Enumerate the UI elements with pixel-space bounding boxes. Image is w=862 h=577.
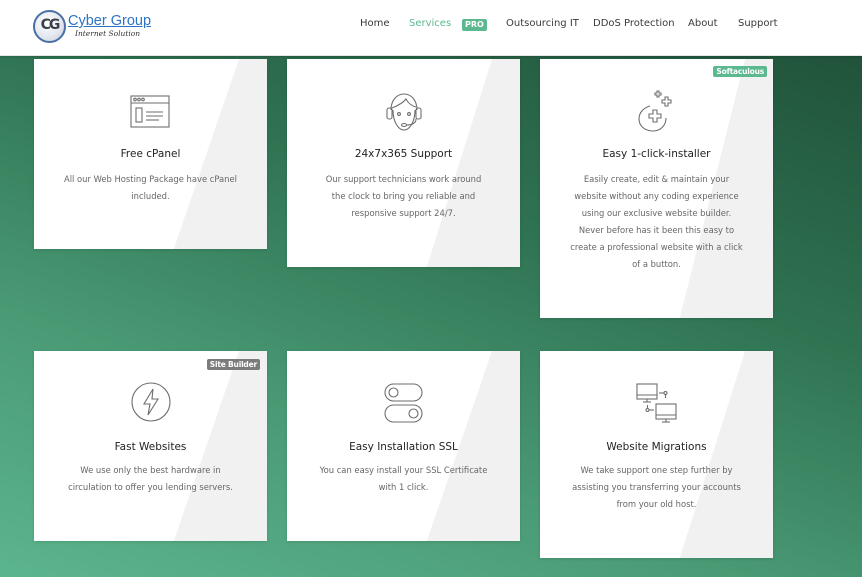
feature-description: Our support technicians work around the … xyxy=(294,171,514,222)
nav-home[interactable]: Home xyxy=(360,18,390,29)
description-line: website without any coding experience xyxy=(574,191,739,201)
feature-card-ssl: Easy Installation SSL You can easy insta… xyxy=(287,351,520,541)
support-agent-icon xyxy=(385,92,423,134)
feature-description: All our Web Hosting Package have cPanel … xyxy=(41,171,261,205)
description-line: All our Web Hosting Package have cPanel xyxy=(64,174,237,184)
feature-title: Easy 1-click-installer xyxy=(602,148,711,160)
site-builder-badge: Site Builder xyxy=(206,359,260,370)
description-line: Never before has it been this easy to xyxy=(578,225,735,235)
description-line: included. xyxy=(131,191,170,201)
description-line: We take support one step further by xyxy=(580,465,733,475)
feature-card-fast-websites: Site Builder Fast Websites We use only t… xyxy=(34,351,267,541)
description-line: using our exclusive website builder. xyxy=(581,208,732,218)
logo[interactable]: CG Cyber Group Internet Solution xyxy=(33,10,151,44)
nav-pro-badge[interactable]: PRO xyxy=(462,19,487,31)
description-line: We use only the best hardware in xyxy=(80,465,221,475)
card-shade xyxy=(426,59,520,267)
description-line: from your old host. xyxy=(616,499,697,509)
logo-mark-text: CG xyxy=(40,17,61,33)
logo-title[interactable]: Cyber Group xyxy=(68,13,151,29)
feature-title: Website Migrations xyxy=(606,441,707,453)
feature-title: Fast Websites xyxy=(114,441,187,453)
feature-title: Easy Installation SSL xyxy=(349,441,458,453)
nav-outsourcing-it[interactable]: Outsourcing IT xyxy=(506,18,579,29)
description-line: the clock to bring you reliable and xyxy=(331,191,476,201)
migration-monitors-icon xyxy=(635,383,678,425)
feature-description: Easily create, edit & maintain your webs… xyxy=(544,171,769,273)
description-line: You can easy install your SSL Certificat… xyxy=(319,465,488,475)
feature-title: Free cPanel xyxy=(120,148,181,160)
description-line: assisting you transferring your accounts xyxy=(572,482,741,492)
feature-card-free-cpanel: Free cPanel All our Web Hosting Package … xyxy=(34,59,267,249)
description-line: Our support technicians work around xyxy=(325,174,482,184)
description-line: create a professional website with a cli… xyxy=(570,242,743,252)
logo-subtitle: Internet Solution xyxy=(75,29,141,38)
nav-about[interactable]: About xyxy=(688,18,718,29)
feature-card-installer: Softaculous Easy 1-click-installer Easil… xyxy=(540,59,773,318)
softaculous-badge: Softaculous xyxy=(713,66,767,77)
feature-description: We use only the best hardware in circula… xyxy=(38,462,263,496)
description-line: circulation to offer you lending servers… xyxy=(68,482,233,492)
toggle-switch-icon xyxy=(383,383,424,425)
browser-window-icon xyxy=(129,95,172,131)
feature-title: 24x7x365 Support xyxy=(354,148,453,160)
nav-support[interactable]: Support xyxy=(738,18,778,29)
nav-ddos-protection[interactable]: DDoS Protection xyxy=(593,18,675,29)
feature-card-support: 24x7x365 Support Our support technicians… xyxy=(287,59,520,267)
description-line: of a button. xyxy=(632,259,681,269)
description-line: with 1 click. xyxy=(378,482,429,492)
feature-description: We take support one step further by assi… xyxy=(544,462,769,513)
magic-installer-icon xyxy=(637,90,677,132)
feature-card-migrations: Website Migrations We take support one s… xyxy=(540,351,773,558)
description-line: responsive support 24/7. xyxy=(351,208,456,218)
site-header: CG Cyber Group Internet Solution Home Se… xyxy=(0,0,862,56)
lightning-icon xyxy=(130,382,171,422)
nav-services[interactable]: Services xyxy=(409,18,451,29)
feature-description: You can easy install your SSL Certificat… xyxy=(291,462,516,496)
description-line: Easily create, edit & maintain your xyxy=(583,174,730,184)
